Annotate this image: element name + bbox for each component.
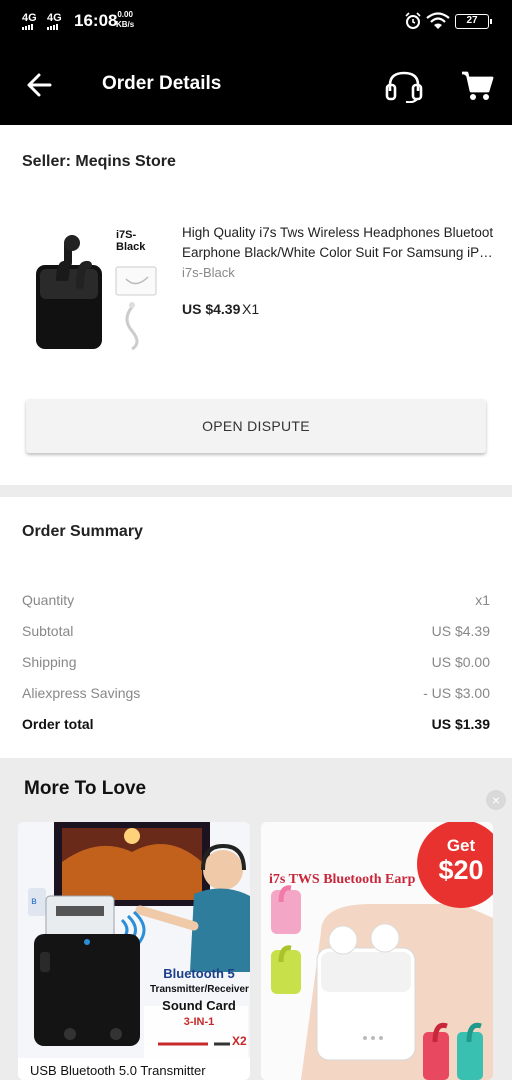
net-speed-unit: KB/s (116, 20, 135, 29)
recommendation-title: USB Bluetooth 5.0 Transmitter (30, 1063, 206, 1078)
badge-line2: Sound Card (162, 998, 236, 1013)
promo-line2: $20 (438, 855, 484, 885)
order-summary-title: Order Summary (22, 523, 143, 540)
net-speed-value: 0.00 (117, 10, 133, 19)
product-title-line1: High Quality i7s Tws Wireless Headphones… (182, 225, 494, 240)
wifi-icon (426, 12, 450, 35)
product-title[interactable]: High Quality i7s Tws Wireless Headphones… (182, 223, 494, 263)
product-variant: i7s-Black (182, 265, 235, 280)
summary-value: US $1.39 (431, 716, 490, 732)
summary-value: US $4.39 (431, 623, 490, 639)
promo-line1: Get (446, 836, 476, 855)
battery-icon: 27 (455, 14, 492, 29)
cart-icon[interactable] (460, 69, 494, 108)
product-image[interactable]: i7S-Black (22, 219, 162, 353)
order-item-card: Seller: Meqins Store i7S-Black High Qual… (0, 125, 512, 485)
close-icon[interactable]: × (486, 790, 506, 810)
signal-icon (22, 24, 33, 30)
ad-headline: i7s TWS Bluetooth Earp (269, 872, 416, 887)
open-dispute-button[interactable]: OPEN DISPUTE (26, 399, 486, 453)
alarm-icon (404, 12, 422, 35)
bluetooth-badge: Bluetooth 5 Transmitter/Receiver Sound C… (150, 966, 249, 1030)
summary-label: Aliexpress Savings (22, 685, 141, 701)
more-to-love-section: More To Love × ʙ Bluetooth 5 Transmitter… (0, 760, 512, 1080)
seller-row[interactable]: Seller: Meqins Store (22, 153, 176, 171)
sim2-network: 4G (47, 12, 62, 24)
clock: 16:08 (74, 11, 118, 30)
svg-text:ʙ: ʙ (31, 896, 37, 907)
status-bar: 4G 4G 16:08 0.00 KB/s 27 (0, 0, 512, 45)
summary-value: - US $3.00 (423, 685, 490, 701)
summary-row-total: Order total US $1.39 (22, 716, 490, 732)
badge-brand: Bluetooth 5 (163, 966, 235, 981)
recommendation-card[interactable]: ʙ Bluetooth 5 Transmitter/Receiver Sound… (18, 822, 250, 1080)
back-arrow-icon[interactable] (26, 72, 52, 103)
summary-row-savings: Aliexpress Savings - US $3.00 (22, 685, 490, 701)
recommendation-card[interactable]: i7s TWS Bluetooth Earp Get $20 (261, 822, 493, 1080)
more-to-love-title: More To Love (24, 778, 147, 799)
summary-label: Subtotal (22, 623, 74, 639)
summary-label: Quantity (22, 592, 75, 608)
product-price: US $4.39 (182, 301, 241, 317)
page-title: Order Details (102, 73, 222, 94)
sim1-network: 4G (22, 12, 37, 24)
seller-name: Meqins Store (75, 153, 176, 170)
order-summary-card: Order Summary Quantity x1 Subtotal US $4… (0, 497, 512, 758)
summary-row-subtotal: Subtotal US $4.39 (22, 623, 490, 639)
signal-icon-2 (47, 24, 58, 30)
badge-line1: Transmitter/Receiver (150, 984, 249, 995)
app-bar: Order Details (0, 45, 512, 125)
summary-row-shipping: Shipping US $0.00 (22, 654, 490, 670)
net-speed: 0.00 KB/s (116, 10, 134, 30)
badge-multiplier: X2 (232, 1034, 247, 1048)
badge-line3: 3-IN-1 (183, 1016, 215, 1028)
summary-row-quantity: Quantity x1 (22, 592, 490, 608)
summary-value: US $0.00 (431, 654, 490, 670)
seller-label: Seller: (22, 153, 71, 170)
headset-support-icon[interactable] (384, 69, 424, 108)
product-image-variant-tag: i7S-Black (116, 229, 146, 253)
product-quantity: X1 (242, 301, 260, 317)
summary-value: x1 (475, 592, 490, 608)
summary-label: Shipping (22, 654, 77, 670)
product-title-line2: Earphone Black/White Color Suit For Sams… (182, 245, 494, 260)
summary-label: Order total (22, 716, 94, 732)
